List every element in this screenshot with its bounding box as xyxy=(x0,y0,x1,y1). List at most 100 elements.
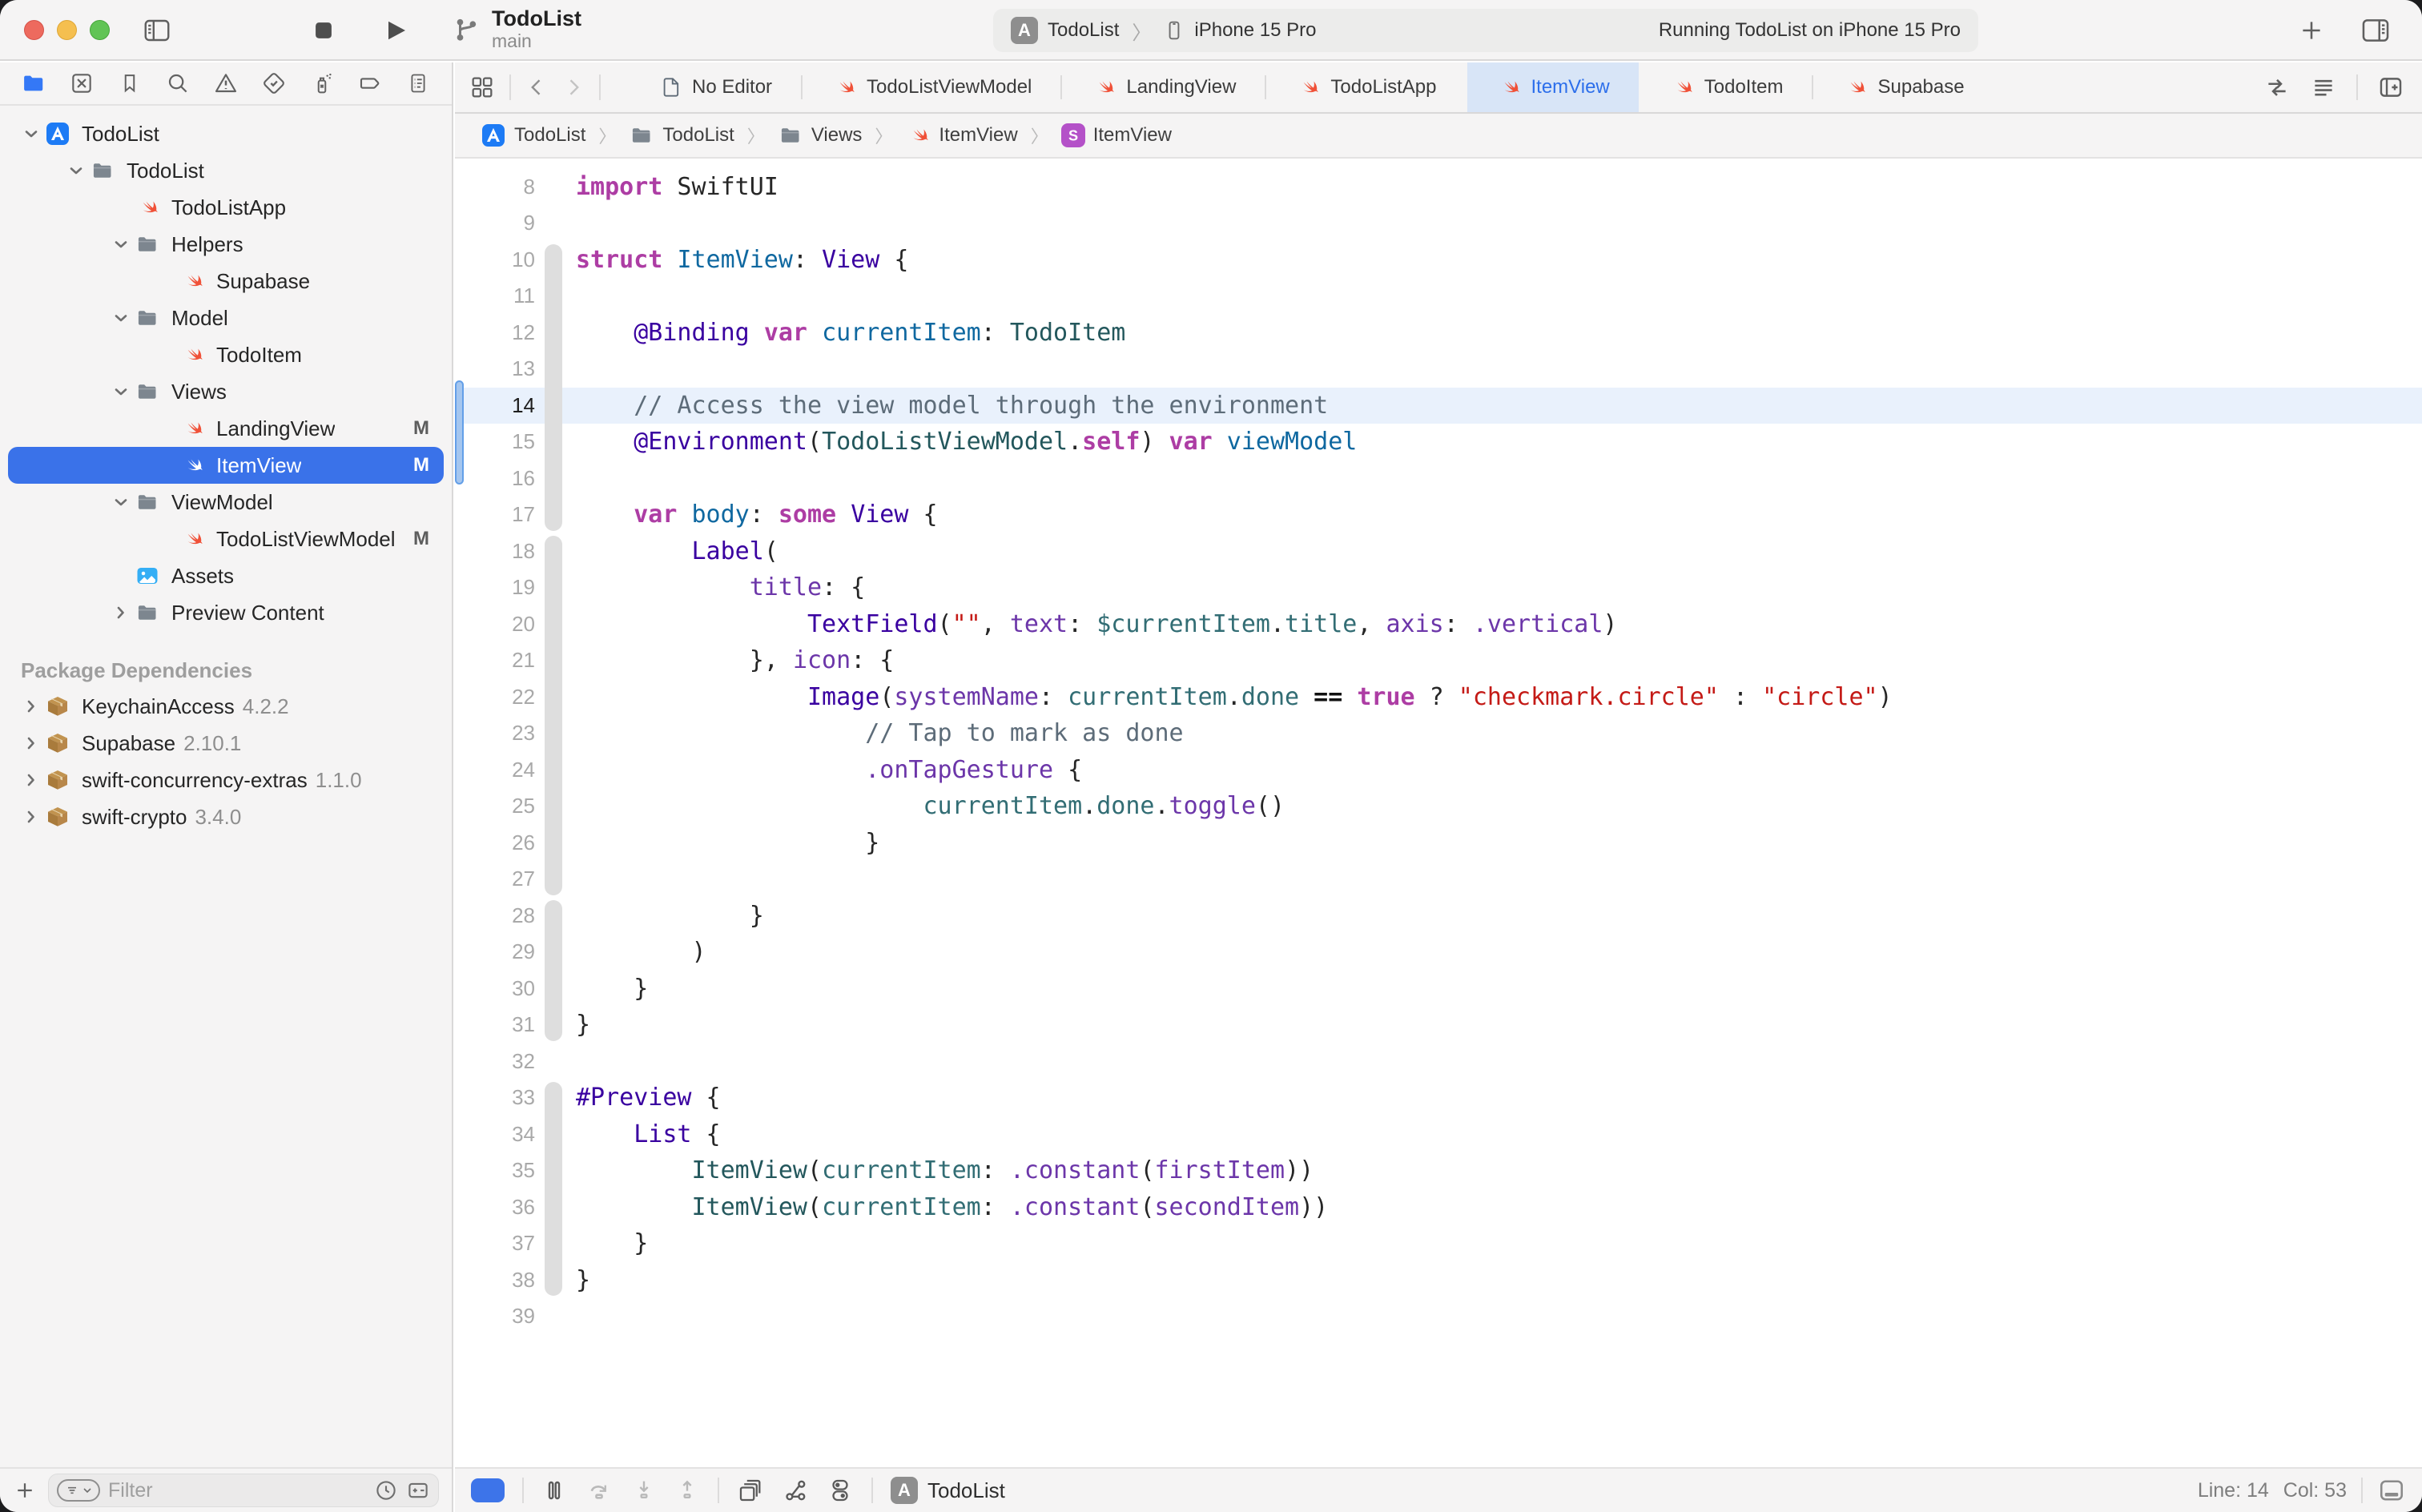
sidebar-item-landingview[interactable]: LandingViewM xyxy=(8,410,444,447)
chevron-down-icon[interactable] xyxy=(64,161,88,180)
code-line-34[interactable]: 34 List { xyxy=(455,1116,2422,1153)
package-item-supabase[interactable]: Supabase2.10.1 xyxy=(8,725,444,762)
close-button[interactable] xyxy=(24,20,44,40)
code-line-27[interactable]: 27 xyxy=(455,861,2422,898)
bookmark-navigator-icon[interactable] xyxy=(115,69,144,98)
code-line-9[interactable]: 9 xyxy=(455,205,2422,242)
code-line-17[interactable]: 17 var body: some View { xyxy=(455,497,2422,533)
editor-tab-itemview[interactable]: ItemView xyxy=(1467,62,1639,112)
scheme-selector[interactable]: A TodoList 〉 iPhone 15 Pro Running TodoL… xyxy=(993,9,1978,52)
code-line-19[interactable]: 19 title: { xyxy=(455,569,2422,606)
go-forward-icon[interactable] xyxy=(562,74,585,100)
filter-options-icon[interactable] xyxy=(57,1479,100,1502)
code-line-23[interactable]: 23 // Tap to mark as done xyxy=(455,715,2422,752)
memory-graph-icon[interactable] xyxy=(782,1477,809,1504)
breadcrumb-todolist[interactable]: TodoList xyxy=(629,124,734,147)
code-line-15[interactable]: 15 @Environment(TodoListViewModel.self) … xyxy=(455,424,2422,460)
go-back-icon[interactable] xyxy=(525,74,548,100)
sidebar-item-todoitem[interactable]: TodoItem xyxy=(8,336,444,373)
source-editor[interactable]: 78import SwiftUI910struct ItemView: View… xyxy=(455,159,2422,1467)
code-review-icon[interactable] xyxy=(2263,74,2291,101)
code-line-28[interactable]: 28 } xyxy=(455,898,2422,935)
code-line-35[interactable]: 35 ItemView(currentItem: .constant(first… xyxy=(455,1152,2422,1189)
breakpoint-navigator-icon[interactable] xyxy=(356,69,384,98)
zoom-button[interactable] xyxy=(90,20,110,40)
sidebar-item-itemview[interactable]: ItemViewM xyxy=(8,447,444,484)
chevron-down-icon[interactable] xyxy=(19,124,43,143)
code-line-8[interactable]: 8import SwiftUI xyxy=(455,169,2422,206)
project-title-block[interactable]: TodoList main xyxy=(450,6,581,51)
breadcrumb-todolist[interactable]: TodoList xyxy=(481,123,585,148)
chevron-right-icon[interactable] xyxy=(19,734,43,753)
package-item-swift-concurrency-extras[interactable]: swift-concurrency-extras1.1.0 xyxy=(8,762,444,798)
sidebar-item-todolistapp[interactable]: TodoListApp xyxy=(8,189,444,226)
debug-navigator-icon[interactable] xyxy=(308,69,336,98)
recent-files-icon[interactable] xyxy=(374,1478,398,1502)
code-line-11[interactable]: 11 xyxy=(455,278,2422,315)
code-line-29[interactable]: 29 ) xyxy=(455,934,2422,971)
code-line-22[interactable]: 22 Image(systemName: currentItem.done ==… xyxy=(455,679,2422,716)
chevron-right-icon[interactable] xyxy=(109,603,133,622)
stop-button[interactable] xyxy=(306,0,341,61)
sidebar-item-supabase[interactable]: Supabase xyxy=(8,263,444,300)
toggle-left-sidebar-icon[interactable] xyxy=(138,0,176,61)
chevron-down-icon[interactable] xyxy=(109,382,133,401)
code-line-26[interactable]: 26 } xyxy=(455,825,2422,862)
editor-tab-todoitem[interactable]: TodoItem xyxy=(1640,62,1812,112)
issue-navigator-icon[interactable] xyxy=(211,69,240,98)
code-line-39[interactable]: 39 xyxy=(455,1298,2422,1335)
filter-input[interactable]: Filter xyxy=(48,1474,439,1507)
chevron-right-icon[interactable] xyxy=(19,770,43,790)
code-line-30[interactable]: 30 } xyxy=(455,971,2422,1007)
sidebar-item-todolist[interactable]: TodoList xyxy=(8,115,444,152)
breadcrumb-itemview[interactable]: ItemView xyxy=(905,123,1017,148)
chevron-down-icon[interactable] xyxy=(109,235,133,254)
code-line-36[interactable]: 36 ItemView(currentItem: .constant(secon… xyxy=(455,1189,2422,1226)
code-line-7[interactable]: 7 xyxy=(455,159,2422,169)
run-button[interactable] xyxy=(378,0,413,61)
editor-tab-no-editor[interactable]: No Editor xyxy=(631,62,801,112)
sidebar-item-assets[interactable]: Assets xyxy=(8,557,444,594)
sidebar-item-viewmodel[interactable]: ViewModel xyxy=(8,484,444,521)
code-line-16[interactable]: 16 xyxy=(455,460,2422,497)
running-process[interactable]: A TodoList xyxy=(891,1477,1005,1504)
pause-execution-icon[interactable] xyxy=(541,1478,567,1503)
adjust-editor-options-icon[interactable] xyxy=(2310,74,2337,101)
related-items-icon[interactable] xyxy=(469,74,495,100)
code-line-32[interactable]: 32 xyxy=(455,1044,2422,1080)
editor-tab-todolistviewmodel[interactable]: TodoListViewModel xyxy=(803,62,1060,112)
chevron-right-icon[interactable] xyxy=(19,697,43,716)
source-control-navigator-icon[interactable] xyxy=(67,69,96,98)
chevron-down-icon[interactable] xyxy=(109,493,133,512)
chevron-right-icon[interactable] xyxy=(19,807,43,826)
find-navigator-icon[interactable] xyxy=(163,69,192,98)
toggle-right-sidebar-icon[interactable] xyxy=(2353,0,2398,61)
scheme-name[interactable]: TodoList xyxy=(1048,19,1119,42)
code-line-31[interactable]: 31} xyxy=(455,1007,2422,1044)
package-item-swift-crypto[interactable]: swift-crypto3.4.0 xyxy=(8,798,444,835)
sidebar-item-model[interactable]: Model xyxy=(8,300,444,336)
code-line-13[interactable]: 13 xyxy=(455,351,2422,388)
breadcrumb-views[interactable]: Views xyxy=(778,124,863,147)
environment-overrides-icon[interactable] xyxy=(827,1477,854,1504)
code-line-12[interactable]: 12 @Binding var currentItem: TodoItem xyxy=(455,315,2422,352)
editor-tab-supabase[interactable]: Supabase xyxy=(1813,62,1993,112)
chevron-down-icon[interactable] xyxy=(109,308,133,328)
code-line-25[interactable]: 25 currentItem.done.toggle() xyxy=(455,788,2422,825)
add-editor-icon[interactable] xyxy=(2377,74,2404,101)
test-navigator-icon[interactable] xyxy=(260,69,288,98)
project-navigator-icon[interactable] xyxy=(19,69,48,98)
minimize-button[interactable] xyxy=(57,20,77,40)
code-line-38[interactable]: 38} xyxy=(455,1262,2422,1299)
run-destination[interactable]: iPhone 15 Pro xyxy=(1194,19,1316,42)
toggle-debug-area-icon[interactable] xyxy=(2377,1476,2406,1505)
code-line-18[interactable]: 18 Label( xyxy=(455,533,2422,570)
editor-tab-todolistapp[interactable]: TodoListApp xyxy=(1266,62,1465,112)
code-line-33[interactable]: 33#Preview { xyxy=(455,1080,2422,1116)
report-navigator-icon[interactable] xyxy=(404,69,432,98)
package-item-keychainaccess[interactable]: KeychainAccess4.2.2 xyxy=(8,688,444,725)
code-line-14[interactable]: 14 // Access the view model through the … xyxy=(455,388,2422,424)
code-line-24[interactable]: 24 .onTapGesture { xyxy=(455,752,2422,789)
filter-scm-icon[interactable] xyxy=(406,1478,430,1502)
add-file-icon[interactable] xyxy=(13,1478,37,1502)
